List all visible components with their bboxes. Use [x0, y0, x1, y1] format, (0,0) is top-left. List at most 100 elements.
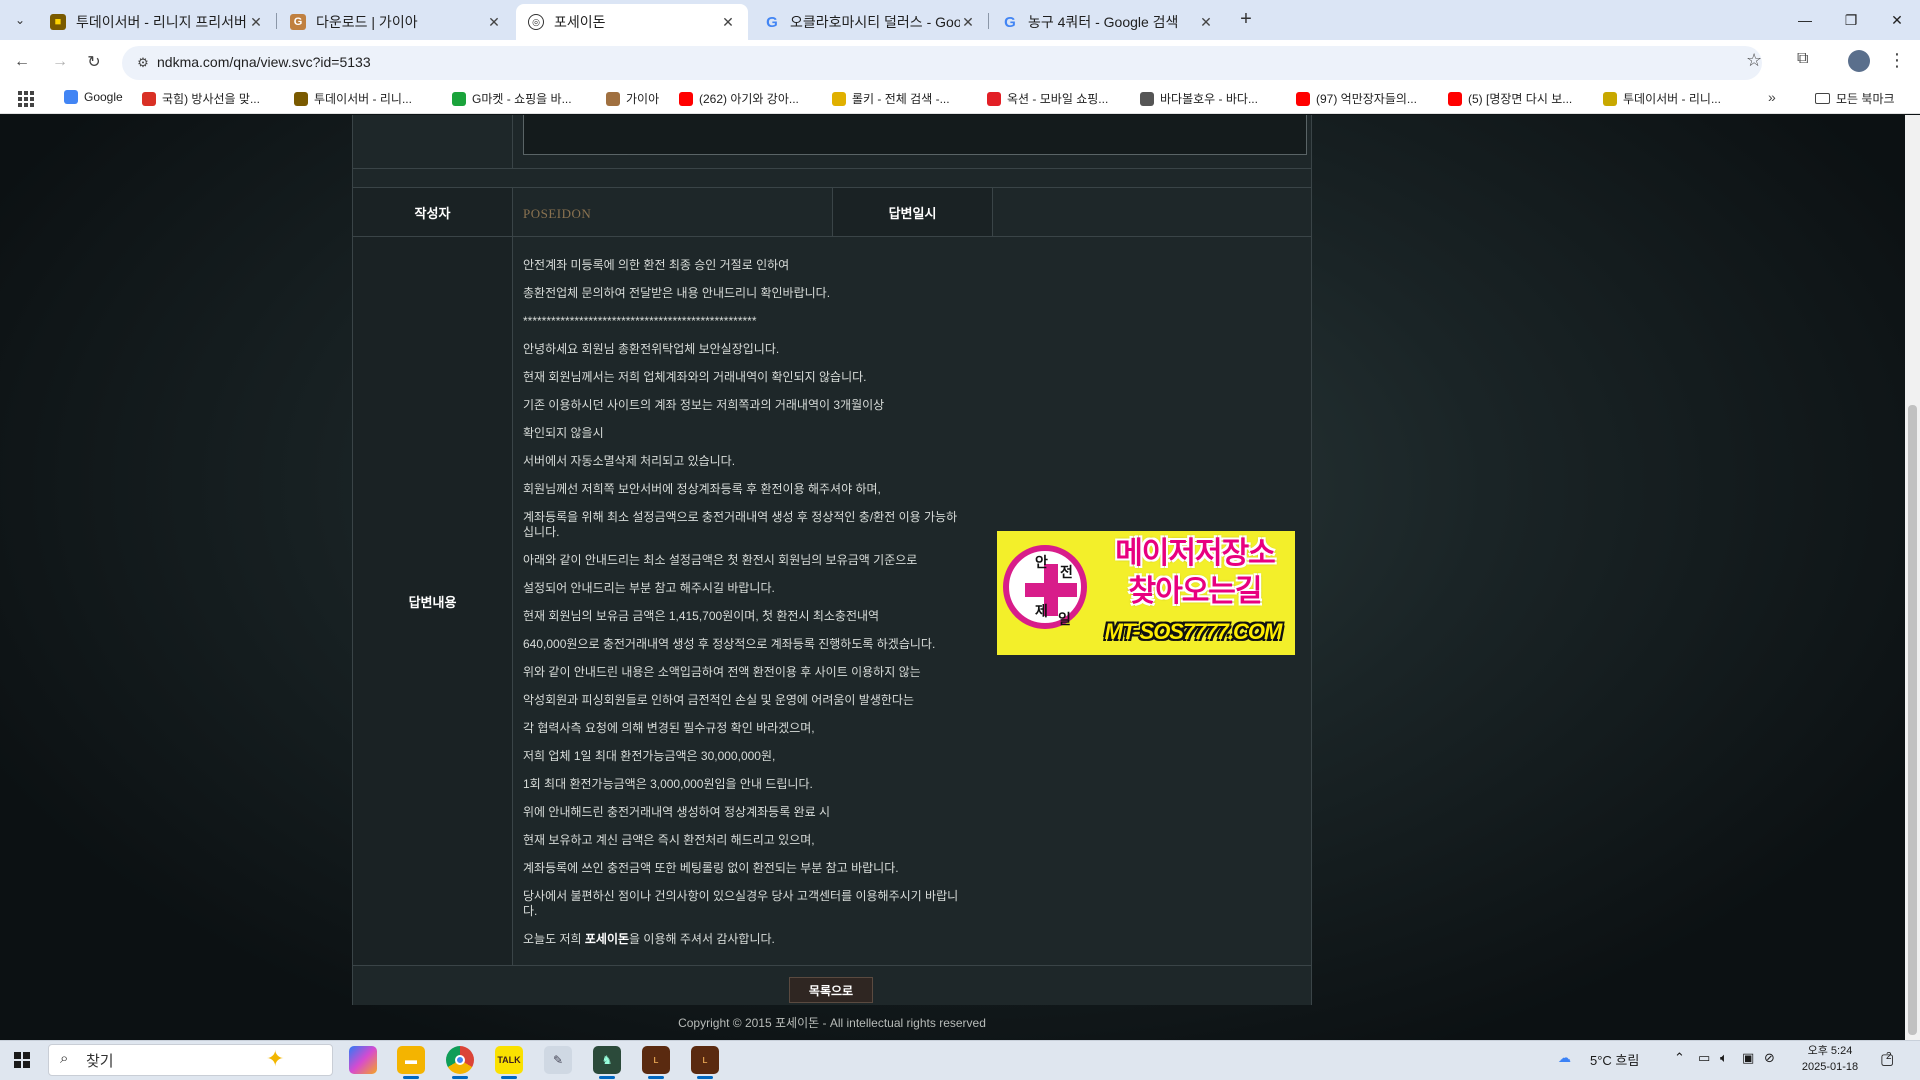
more-bookmarks-icon[interactable]: » — [1768, 89, 1776, 105]
badge-char: 제 — [1035, 603, 1048, 619]
folder-icon — [1815, 93, 1830, 104]
close-tab-icon[interactable]: ✕ — [486, 14, 502, 31]
question-textarea[interactable] — [523, 115, 1307, 155]
taskbar-search-placeholder: 찾기 — [86, 1053, 114, 1070]
all-bookmarks-folder[interactable]: 모든 북마크 — [1815, 90, 1895, 107]
lineage-icon[interactable]: L — [642, 1046, 670, 1074]
answer-line: 640,000원으로 충전거래내역 생성 후 정상적으로 계좌등록 진행하도록 … — [523, 637, 936, 651]
tab-basketball-4q[interactable]: G 농구 4쿼터 - Google 검색 ✕ — [990, 4, 1226, 40]
answer-line: 악성회원과 피싱회원들로 인하여 금전적인 손실 및 운영에 어려움이 발생한다… — [523, 693, 914, 707]
system-clock[interactable]: 오후 5:24 2025-01-18 — [1790, 1043, 1870, 1075]
bookmark-label: 가이아 — [626, 92, 660, 106]
tab-todayserver[interactable]: ■ 투데이서버 - 리니지 프리서버 ✕ — [38, 4, 276, 40]
answer-line: 당사에서 불편하신 점이나 건의사항이 있으실경우 당사 고객센터를 이용해주시… — [523, 889, 959, 918]
author-label: 작성자 — [353, 188, 512, 236]
brand-name: 포세이돈 — [584, 932, 630, 946]
globe-icon — [1140, 91, 1154, 106]
site-info-icon[interactable]: ⚙ — [132, 52, 154, 74]
banner-title: 메이저저장소 찾아오는길 — [1097, 535, 1293, 611]
close-tab-icon[interactable]: ✕ — [1198, 14, 1214, 31]
windows-start-icon[interactable] — [14, 1052, 30, 1068]
author-value: POSEIDON — [523, 206, 592, 221]
google-icon — [64, 90, 78, 104]
youtube-icon — [1448, 91, 1462, 106]
bookmark-item[interactable]: G마켓 - 쇼핑을 바... — [452, 90, 572, 107]
search-icon: ⌕ — [60, 1050, 69, 1067]
app-icon[interactable]: ✎ — [544, 1046, 572, 1074]
weather-text[interactable]: 5°C 흐림 — [1590, 1050, 1639, 1069]
back-to-list-button[interactable]: 목록으로 — [789, 977, 873, 1003]
lineage-favicon-icon: ■ — [50, 14, 66, 30]
badge-char: 일 — [1058, 611, 1071, 627]
bookmark-star-icon[interactable]: ☆ — [1746, 50, 1762, 71]
game-icon[interactable]: ♞ — [593, 1046, 621, 1074]
close-tab-icon[interactable]: ✕ — [960, 14, 976, 31]
profile-avatar[interactable] — [1848, 50, 1870, 72]
answer-line: 위와 같이 안내드린 내용은 소액입금하여 전액 환전이용 후 사이트 이용하지… — [523, 665, 921, 679]
tab-gaia-download[interactable]: G 다운로드 | 가이아 ✕ — [278, 4, 514, 40]
bookmark-label: Google — [84, 90, 123, 104]
volume-icon[interactable]: 🔈︎ — [1720, 1050, 1728, 1066]
chrome-icon[interactable] — [446, 1046, 474, 1074]
bookmark-item[interactable]: (5) [명장면 다시 보... — [1448, 90, 1572, 107]
extensions-icon[interactable]: ⧉ — [1797, 50, 1808, 68]
banner-url: MT-SOS7777.COM — [1104, 619, 1283, 644]
answer-line: 위에 안내해드린 충전거래내역 생성하여 정상계좌등록 완료 시 — [523, 805, 831, 819]
no-sound-icon[interactable]: ⊘ — [1764, 1050, 1775, 1066]
close-window-icon[interactable]: ✕ — [1874, 0, 1920, 40]
google-favicon-icon: G — [766, 13, 778, 31]
network-icon[interactable]: ▣ — [1742, 1050, 1754, 1066]
minimize-icon[interactable]: — — [1782, 0, 1828, 40]
bookmark-item[interactable]: 옥션 - 모바일 쇼핑... — [987, 90, 1108, 107]
apps-grid-icon[interactable] — [18, 91, 34, 107]
google-favicon-icon: G — [1004, 13, 1016, 31]
bookmark-item[interactable]: 바다볼호우 - 바다... — [1140, 90, 1258, 107]
bookmark-item[interactable]: 롤키 - 전체 검색 -... — [832, 90, 950, 107]
answer-line: 확인되지 않을시 — [523, 426, 604, 440]
globe-favicon-icon: ◎ — [528, 14, 544, 30]
badge-char: 안 — [1035, 554, 1048, 570]
lineage-icon — [1603, 91, 1617, 106]
lineage-icon[interactable]: L — [691, 1046, 719, 1074]
answer-line: 각 협력사측 요청에 의해 변경된 필수규정 확인 바라겠으며, — [523, 721, 815, 735]
gaia-icon — [606, 91, 620, 106]
banner-ad[interactable]: 안 전 제 일 메이저저장소 찾아오는길 MT-SOS7777.COM — [997, 531, 1295, 655]
scrollbar-thumb[interactable] — [1908, 405, 1917, 1035]
bookmark-item[interactable]: 투데이서버 - 리니... — [1603, 90, 1721, 107]
bookmark-item[interactable]: 국힘) 방사선을 맞... — [142, 90, 260, 107]
restore-icon[interactable]: ❐ — [1828, 0, 1874, 40]
forward-icon[interactable]: → — [48, 50, 72, 74]
answer-date-label: 답변일시 — [833, 188, 992, 236]
bookmark-site-icon — [142, 91, 156, 106]
tab-search-icon[interactable]: ⌄ — [8, 8, 32, 32]
notification-count: 2 — [1886, 1051, 1892, 1062]
meet-icon[interactable]: ▭ — [1698, 1050, 1710, 1066]
answer-line: 회원님께선 저희쪽 보안서버에 정상계좌등록 후 환전이용 해주셔야 하며, — [523, 482, 881, 496]
bookmark-item[interactable]: 가이아 — [606, 90, 659, 107]
menu-dots-icon[interactable]: ⋮ — [1888, 50, 1906, 71]
reload-icon[interactable]: ↻ — [82, 50, 106, 74]
bookmark-label: 투데이서버 - 리니... — [314, 92, 412, 106]
answer-content-label: 답변내용 — [353, 237, 512, 965]
close-tab-icon[interactable]: ✕ — [720, 14, 736, 31]
close-tab-icon[interactable]: ✕ — [248, 14, 264, 31]
auction-icon — [987, 91, 1001, 106]
answer-line: 저희 업체 1일 최대 환전가능금액은 30,000,000원, — [523, 749, 776, 763]
back-icon[interactable]: ← — [10, 50, 34, 74]
bookmark-item[interactable]: Google — [64, 90, 123, 104]
tray-chevron-icon[interactable]: ⌃ — [1674, 1050, 1685, 1066]
kakaotalk-icon[interactable]: TALK — [495, 1046, 523, 1074]
answer-line: 안녕하세요 회원님 총환전위탁업체 보안실장입니다. — [523, 342, 780, 356]
bookmark-item[interactable]: (262) 아기와 강아... — [679, 90, 799, 107]
url-text[interactable]: ndkma.com/qna/view.svc?id=5133 — [157, 54, 371, 70]
gmarket-icon — [452, 91, 466, 106]
tab-okc-dallas[interactable]: G 오클라호마시티 덜러스 - Goog ✕ — [752, 4, 988, 40]
copilot-icon[interactable] — [349, 1046, 377, 1074]
bookmark-item[interactable]: (97) 억만장자들의... — [1296, 90, 1417, 107]
new-tab-icon[interactable]: + — [1234, 8, 1258, 32]
bookmark-item[interactable]: 투데이서버 - 리니... — [294, 90, 412, 107]
file-explorer-icon[interactable]: ▬ — [397, 1046, 425, 1074]
bookmark-label: (97) 억만장자들의... — [1316, 92, 1417, 106]
tab-poseidon[interactable]: ◎ 포세이돈 ✕ — [516, 4, 748, 40]
weather-icon[interactable]: ☁ — [1558, 1050, 1571, 1066]
